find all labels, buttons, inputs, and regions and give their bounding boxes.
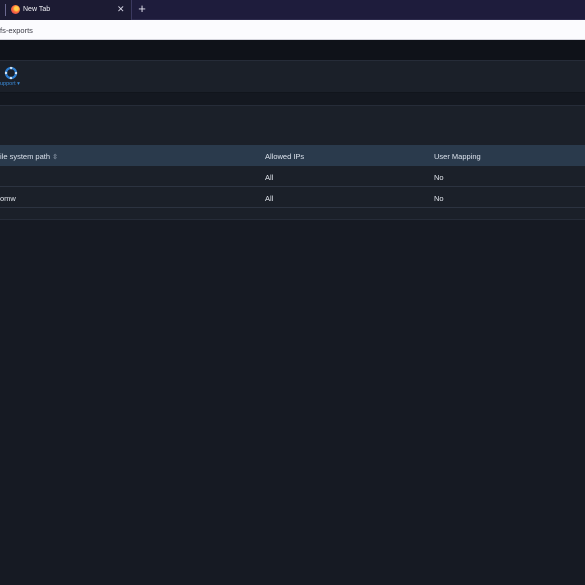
tab-separator <box>5 4 6 16</box>
app-top-bar <box>0 40 585 61</box>
sort-icon[interactable]: ⇳ <box>52 154 58 161</box>
tab-title: New Tab <box>23 6 51 13</box>
support-menu[interactable]: upport ▾ <box>0 81 20 87</box>
table-row[interactable]: omw All No <box>0 187 585 208</box>
lifebuoy-icon[interactable] <box>4 66 18 80</box>
column-header-user-mapping: User Mapping <box>434 152 481 161</box>
browser-tab-bar: New Tab ✕ + <box>0 0 585 20</box>
cell-allowed-ips: All <box>265 194 274 203</box>
address-bar[interactable]: fs-exports <box>0 20 585 40</box>
cell-allowed-ips: All <box>265 173 274 182</box>
column-header-label: ile system path <box>0 152 51 161</box>
close-tab-icon[interactable]: ✕ <box>117 4 125 14</box>
column-header-allowed-ips: Allowed IPs <box>265 152 305 161</box>
new-tab-button[interactable]: + <box>135 2 149 16</box>
app-menu-bar <box>0 61 585 93</box>
url-text[interactable]: fs-exports <box>0 26 33 35</box>
column-header-path[interactable]: ile system path ⇳ <box>0 152 58 161</box>
section-gap <box>0 93 585 105</box>
panel-header <box>0 105 585 145</box>
firefox-icon <box>11 5 20 14</box>
cell-path[interactable]: omw <box>0 194 16 203</box>
table-footer <box>0 208 585 220</box>
table-header: ile system path ⇳ Allowed IPs User Mappi… <box>0 145 585 166</box>
cell-user-mapping: No <box>434 173 444 182</box>
content-background <box>0 220 585 585</box>
browser-tab[interactable]: New Tab ✕ <box>0 0 132 20</box>
table-row[interactable]: All No <box>0 166 585 187</box>
cell-user-mapping: No <box>434 194 444 203</box>
